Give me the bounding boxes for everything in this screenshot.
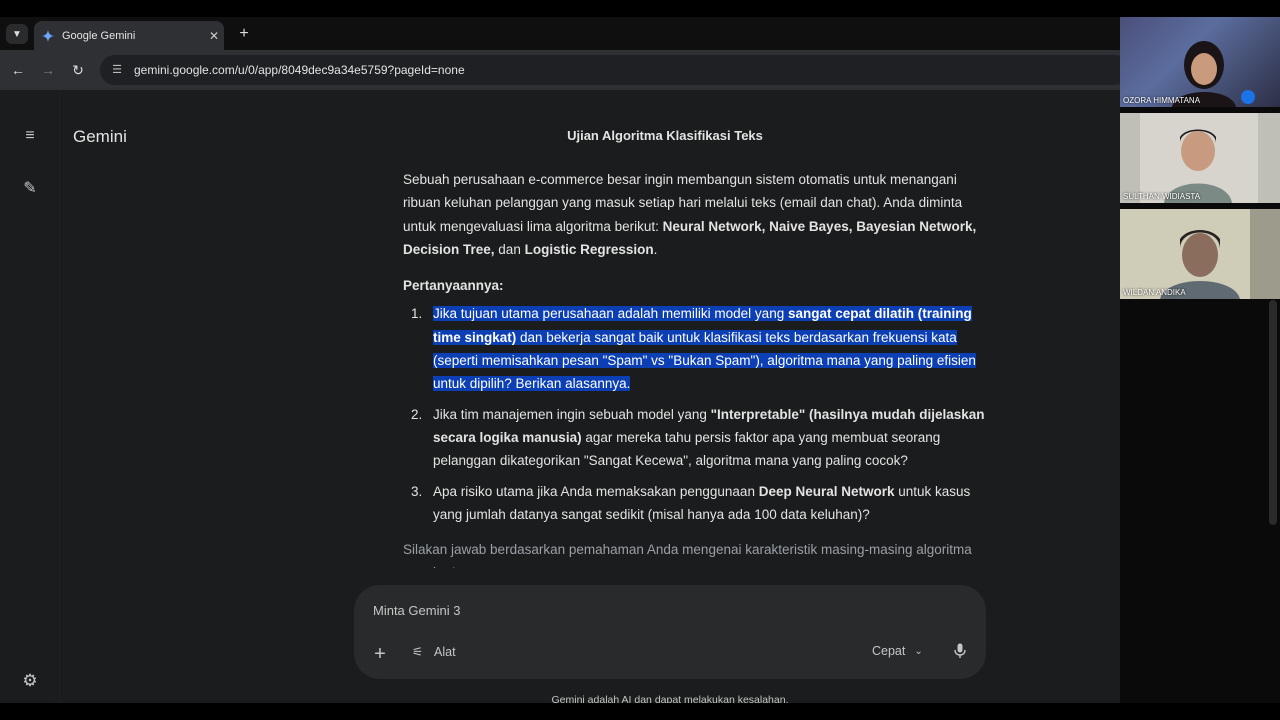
- scrollbar[interactable]: [1269, 300, 1277, 525]
- site-info-icon[interactable]: ☰: [110, 63, 124, 77]
- question-number: 1.: [411, 306, 423, 322]
- participant-name: WILDAN ANDIKA: [1123, 288, 1186, 297]
- tab-title: Google Gemini: [62, 29, 136, 42]
- chevron-down-icon: ▼: [12, 28, 22, 40]
- mode-label: Cepat: [872, 644, 906, 658]
- participant-tile[interactable]: WILDAN ANDIKA: [1120, 209, 1280, 299]
- text-run: Jika tujuan utama perusahaan adalah memi…: [433, 306, 788, 322]
- question-text: Apa risiko utama jika Anda memaksakan pe…: [433, 480, 988, 527]
- menu-icon[interactable]: ≡: [18, 124, 42, 148]
- intro-paragraph: Sebuah perusahaan e-commerce besar ingin…: [403, 168, 988, 261]
- prompt-composer: Minta Gemini 3 + ⚟ Alat Cepat ⌄: [354, 585, 986, 679]
- tools-button[interactable]: ⚟ Alat: [412, 644, 456, 660]
- participant-tile[interactable]: OZORA HIMMATANA: [1120, 17, 1280, 107]
- chat-title: Ujian Algoritma Klasifikasi Teks: [567, 128, 763, 143]
- question-number: 3.: [411, 483, 423, 499]
- plus-icon[interactable]: +: [368, 642, 392, 666]
- question-item: 2. Jika tim manajemen ingin sebuah model …: [403, 403, 988, 473]
- browser-toolbar: ← → ↻ ☰ gemini.google.com/u/0/app/8049de…: [0, 50, 1120, 90]
- questions-list: 1. Jika tujuan utama perusahaan adalah me…: [403, 302, 988, 526]
- browser-tab[interactable]: Google Gemini ✕: [34, 21, 224, 50]
- chevron-down-icon: ⌄: [914, 645, 923, 657]
- participant-tile[interactable]: SULTHAN WIDIASTA: [1120, 113, 1280, 203]
- questions-heading: Pertanyaannya:: [403, 278, 504, 294]
- mode-selector[interactable]: Cepat ⌄: [872, 644, 923, 658]
- back-icon[interactable]: ←: [8, 60, 28, 80]
- tools-label: Alat: [434, 644, 456, 659]
- text-run: Apa risiko utama jika Anda memaksakan pe…: [433, 483, 759, 499]
- participant-name: OZORA HIMMATANA: [1123, 96, 1201, 105]
- participant-video: [1120, 209, 1280, 299]
- mic-icon[interactable]: [952, 643, 968, 663]
- new-tab-button[interactable]: +: [234, 25, 254, 43]
- bold-text: Logistic Regression: [524, 241, 654, 257]
- gemini-logo-text[interactable]: Gemini: [73, 127, 127, 147]
- reload-icon[interactable]: ↻: [68, 60, 88, 80]
- text-run: Jika tim manajemen ingin sebuah model ya…: [433, 406, 711, 422]
- new-chat-icon[interactable]: ✎: [18, 177, 42, 201]
- browser-window: ▼ Google Gemini ✕ + ← → ↻ ☰ gemini.googl…: [0, 17, 1120, 703]
- sidebar: ≡ ✎ ⚙: [0, 90, 60, 703]
- url-text[interactable]: gemini.google.com/u/0/app/8049dec9a34e57…: [134, 63, 465, 77]
- participant-video: [1140, 113, 1258, 203]
- text-run: .: [653, 241, 658, 257]
- settings-icon[interactable]: ⚙: [19, 670, 41, 692]
- question-text: Jika tim manajemen ingin sebuah model ya…: [433, 403, 988, 473]
- tab-bar: ▼ Google Gemini ✕ +: [0, 17, 1120, 50]
- closing-paragraph: Silakan jawab berdasarkan pemahaman Anda…: [403, 542, 972, 568]
- question-item: 1. Jika tujuan utama perusahaan adalah me…: [403, 302, 988, 395]
- gemini-spark-icon: [42, 29, 54, 42]
- mic-glyph: [954, 643, 966, 658]
- text-run: dan: [494, 241, 525, 257]
- bold-text: Deep Neural Network: [758, 483, 895, 499]
- chat-message: Sebuah perusahaan e-commerce besar ingin…: [403, 168, 988, 568]
- screen: ▼ Google Gemini ✕ + ← → ↻ ☰ gemini.googl…: [0, 0, 1280, 720]
- prompt-input[interactable]: Minta Gemini 3: [373, 603, 460, 618]
- participants-panel: OZORA HIMMATANA SULTHAN WIDIASTA WILDAN …: [1120, 17, 1280, 703]
- question-item: 3. Apa risiko utama jika Anda memaksakan …: [403, 480, 988, 527]
- forward-icon[interactable]: →: [38, 60, 58, 80]
- tab-search-button[interactable]: ▼: [6, 24, 28, 44]
- question-number: 2.: [411, 406, 423, 422]
- question-text: Jika tujuan utama perusahaan adalah memi…: [433, 302, 988, 395]
- participant-video: [1172, 41, 1255, 107]
- address-bar[interactable]: ☰ gemini.google.com/u/0/app/8049dec9a34e…: [100, 55, 1120, 85]
- tools-icon: ⚟: [412, 645, 424, 659]
- close-icon[interactable]: ✕: [204, 29, 224, 43]
- gemini-app: ≡ ✎ ⚙ Gemini Ujian Algoritma Klasifikasi…: [0, 90, 1120, 703]
- participant-name: SULTHAN WIDIASTA: [1123, 192, 1201, 201]
- ai-disclaimer: Gemini adalah AI dan dapat melakukan kes…: [551, 694, 789, 703]
